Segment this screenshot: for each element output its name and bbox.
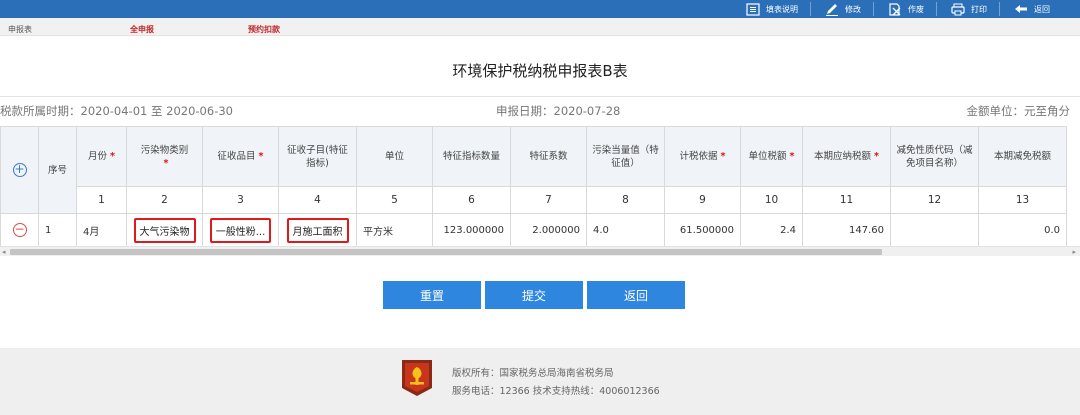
header-unit: 单位 <box>356 126 433 187</box>
footer: 版权所有：国家税务总局海南省税务局 服务电话：12366 技术支持热线：4006… <box>0 348 1080 415</box>
fill-instructions-button[interactable]: 填表说明 <box>746 2 798 16</box>
void-label: 作废 <box>908 4 924 14</box>
table-row: − 1 4月 大气污染物 一般性粉... 月施工面积 平方米 123.00000… <box>0 213 1067 246</box>
col-number: 12 <box>890 186 979 214</box>
cell-seq: 1 <box>38 213 77 246</box>
col-number: 11 <box>802 186 891 214</box>
declaration-table: + 序号 月份 * 污染物类别 * 征收品目 * 征收子目(特征指标) 单位 特征指标… <box>0 126 1080 246</box>
col-number: 13 <box>978 186 1067 214</box>
header-sub-item: 征收子目(特征指标) <box>278 126 357 187</box>
tax-bureau-logo-icon <box>398 358 436 398</box>
header-payable: 本期应纳税额 * <box>802 126 891 187</box>
horizontal-scrollbar[interactable]: ◂ ▸ <box>0 246 1080 256</box>
toolbar-divider <box>873 2 874 16</box>
header-tax-basis: 计税依据 * <box>664 126 741 187</box>
header-seq: 序号 <box>38 126 77 214</box>
modify-label: 修改 <box>845 4 861 14</box>
header-item: 征收品目 * <box>202 126 279 187</box>
submit-button[interactable]: 提交 <box>485 281 583 309</box>
toolbar-divider <box>999 2 1000 16</box>
action-buttons: 重置 提交 返回 <box>383 281 689 309</box>
remove-circle-icon[interactable]: − <box>12 223 27 237</box>
col-number: 8 <box>586 186 665 214</box>
pencil-icon <box>825 3 839 16</box>
fill-instructions-label: 填表说明 <box>766 4 798 14</box>
col-number: 5 <box>356 186 433 214</box>
void-document-icon <box>888 2 902 16</box>
sub-navigation: 申报表 全申报 预约扣款 <box>0 18 1080 36</box>
report-date: 申报日期：2020-07-28 <box>496 104 621 118</box>
add-row-cell[interactable]: + <box>0 126 39 214</box>
col-number: 7 <box>510 186 587 214</box>
cell-coefficient[interactable]: 2.000000 <box>510 213 587 246</box>
cell-month[interactable]: 4月 <box>76 213 127 246</box>
header-unit-tax: 单位税额 * <box>740 126 803 187</box>
column-number-row: 1 2 3 4 5 6 7 8 9 10 11 12 13 <box>1 186 1067 214</box>
col-number: 3 <box>202 186 279 214</box>
tax-period: 税款所属时期：2020-04-01 至 2020-06-30 <box>0 104 233 118</box>
cell-pollutant-type[interactable]: 大气污染物 <box>126 213 203 246</box>
top-toolbar: 填表说明 修改 作废 打印 返回 <box>0 0 1080 18</box>
col-number: 2 <box>126 186 203 214</box>
cell-tax-basis: 61.500000 <box>664 213 741 246</box>
header-month: 月份 * <box>76 126 127 187</box>
subnav-full-declaration[interactable]: 全申报 <box>130 24 154 35</box>
back-label: 返回 <box>1034 4 1050 14</box>
header-quantity: 特征指标数量 <box>432 126 511 187</box>
modify-button[interactable]: 修改 <box>825 3 861 16</box>
header-equivalent: 污染当量值（特征值） <box>586 126 665 187</box>
toolbar-divider <box>936 2 937 16</box>
void-button[interactable]: 作废 <box>888 2 924 16</box>
col-number: 10 <box>740 186 803 214</box>
table-header-row: + 序号 月份 * 污染物类别 * 征收品目 * 征收子目(特征指标) 单位 特征指标… <box>0 126 1067 214</box>
print-label: 打印 <box>971 4 987 14</box>
cell-relief-amount: 0.0 <box>978 213 1067 246</box>
col-number: 4 <box>278 186 357 214</box>
header-pollutant-type: 污染物类别 * <box>126 126 203 187</box>
cell-sub-item[interactable]: 月施工面积 <box>278 213 357 246</box>
cell-equivalent: 4.0 <box>586 213 665 246</box>
subnav-declaration-form[interactable]: 申报表 <box>8 24 32 35</box>
cell-payable: 147.60 <box>802 213 891 246</box>
amount-unit: 金额单位：元至角分 <box>966 104 1071 118</box>
col-number: 9 <box>664 186 741 214</box>
sub-item-select[interactable]: 月施工面积 <box>286 217 349 243</box>
cell-item[interactable]: 一般性粉... <box>202 213 279 246</box>
service-phone-text: 服务电话：12366 技术支持热线：4006012366 <box>452 386 660 397</box>
toolbar-divider <box>810 2 811 16</box>
page-title: 环境保护税纳税申报表B表 <box>452 62 628 80</box>
subnav-scheduled-deduction[interactable]: 预约扣款 <box>248 24 280 35</box>
pollutant-type-select[interactable]: 大气污染物 <box>133 217 196 243</box>
back-button[interactable]: 返回 <box>1014 3 1050 16</box>
header-relief-amount: 本期减免税额 <box>978 126 1067 187</box>
back-arrow-icon <box>1014 3 1028 16</box>
scrollbar-thumb[interactable] <box>10 249 882 255</box>
cell-unit: 平方米 <box>356 213 433 246</box>
divider <box>0 96 1080 97</box>
cell-unit-tax: 2.4 <box>740 213 803 246</box>
print-button[interactable]: 打印 <box>951 3 987 16</box>
list-icon <box>746 2 760 16</box>
col-number: 1 <box>76 186 127 214</box>
return-button[interactable]: 返回 <box>587 281 685 309</box>
cell-quantity[interactable]: 123.000000 <box>432 213 511 246</box>
item-select[interactable]: 一般性粉... <box>209 217 272 243</box>
header-coefficient: 特征系数 <box>510 126 587 187</box>
cell-relief-code[interactable] <box>890 213 979 246</box>
copyright-text: 版权所有：国家税务总局海南省税务局 <box>452 368 614 379</box>
col-number: 6 <box>432 186 511 214</box>
scroll-right-icon[interactable]: ▸ <box>1072 248 1076 256</box>
add-circle-icon[interactable]: + <box>12 163 27 177</box>
printer-icon <box>951 3 965 16</box>
header-relief-code: 减免性质代码（减免项目名称） <box>890 126 979 187</box>
reset-button[interactable]: 重置 <box>383 281 481 309</box>
scroll-left-icon[interactable]: ◂ <box>2 248 6 256</box>
remove-row-cell[interactable]: − <box>0 213 39 246</box>
